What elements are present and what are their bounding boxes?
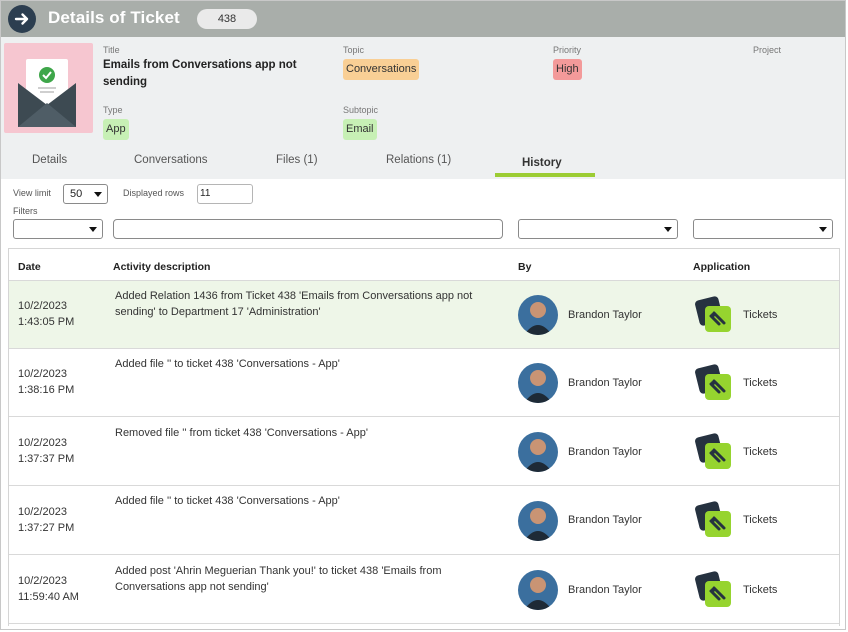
ticket-info-panel: Title Emails from Conversations app not …	[1, 37, 845, 179]
row-by: Brandon Taylor	[568, 377, 642, 389]
chevron-down-icon	[664, 227, 672, 232]
avatar	[518, 295, 558, 335]
tickets-app-icon[interactable]	[695, 501, 733, 539]
row-date: 10/2/2023 11:59:40 AM	[18, 573, 79, 605]
title-value: Emails from Conversations app not sendin…	[103, 59, 297, 88]
type-chip: App	[103, 119, 129, 140]
row-description: Added post 'Ahrin Meguerian Thank you!' …	[115, 565, 442, 593]
column-header-date[interactable]: Date	[18, 261, 41, 273]
row-by: Brandon Taylor	[568, 309, 642, 321]
row-date-time: 11:59:40 AM	[18, 591, 79, 603]
row-date-day: 10/2/2023	[18, 506, 67, 518]
row-date-day: 10/2/2023	[18, 368, 67, 380]
avatar	[518, 432, 558, 472]
row-application: Tickets	[743, 309, 778, 321]
priority-label: Priority	[553, 45, 582, 55]
avatar	[518, 501, 558, 541]
tab-history[interactable]: History	[522, 157, 562, 169]
column-header-application[interactable]: Application	[693, 261, 750, 273]
row-date: 10/2/2023 1:37:27 PM	[18, 504, 74, 536]
table-row[interactable]: 10/2/2023 11:59:40 AM Added post 'Ahrin …	[9, 556, 839, 624]
row-date-time: 1:37:37 PM	[18, 453, 75, 465]
by-filter-select[interactable]	[518, 219, 678, 239]
row-application: Tickets	[743, 446, 778, 458]
row-date: 10/2/2023 1:38:16 PM	[18, 366, 74, 398]
topic-chip: Conversations	[343, 59, 420, 80]
tickets-app-icon[interactable]	[695, 571, 733, 609]
row-application: Tickets	[743, 377, 778, 389]
ticket-number-badge: 438	[197, 9, 257, 29]
row-application: Tickets	[743, 514, 778, 526]
row-description: Added file '' to ticket 438 'Conversatio…	[115, 495, 340, 507]
subtopic-chip: Email	[343, 119, 377, 140]
row-by: Brandon Taylor	[568, 584, 642, 596]
row-application: Tickets	[743, 584, 778, 596]
displayed-rows-input[interactable]: 11	[197, 184, 253, 204]
filters-label: Filters	[13, 206, 38, 216]
application-filter-select[interactable]	[693, 219, 833, 239]
activity-filter-input[interactable]	[113, 219, 503, 239]
row-by: Brandon Taylor	[568, 514, 642, 526]
view-limit-value: 50	[70, 188, 83, 200]
tickets-app-icon[interactable]	[695, 364, 733, 402]
view-limit-select[interactable]: 50	[63, 184, 108, 204]
subtopic-label: Subtopic	[343, 105, 379, 115]
row-date-day: 10/2/2023	[18, 300, 67, 312]
row-date-day: 10/2/2023	[18, 437, 67, 449]
ticket-details-window: Details of Ticket 438 Title Emails from …	[0, 0, 846, 630]
table-row[interactable]: 10/2/2023 1:43:05 PM Added Relation 1436…	[9, 281, 839, 349]
tickets-app-icon[interactable]	[695, 296, 733, 334]
row-date-time: 1:38:16 PM	[18, 384, 75, 396]
tickets-app-icon[interactable]	[695, 433, 733, 471]
row-date: 10/2/2023 1:43:05 PM	[18, 298, 74, 330]
topic-label: Topic	[343, 45, 365, 55]
row-description: Removed file '' from ticket 438 'Convers…	[115, 427, 368, 439]
column-header-activity[interactable]: Activity description	[113, 261, 210, 273]
title-label: Title	[103, 45, 120, 55]
table-row[interactable]: 10/2/2023 1:38:16 PM Added file '' to ti…	[9, 349, 839, 417]
row-date: 10/2/2023 1:37:37 PM	[18, 435, 74, 467]
row-date-day: 10/2/2023	[18, 575, 67, 587]
history-table: Date Activity description By Application…	[8, 248, 840, 626]
column-header-by[interactable]: By	[518, 261, 531, 273]
tab-conversations[interactable]: Conversations	[134, 154, 208, 166]
project-label: Project	[753, 45, 782, 55]
ticket-thumbnail	[4, 43, 93, 133]
tab-details[interactable]: Details	[32, 154, 67, 166]
displayed-rows-label: Displayed rows	[123, 188, 185, 198]
date-filter-select[interactable]	[13, 219, 103, 239]
tab-relations[interactable]: Relations (1)	[386, 154, 451, 166]
type-label: Type	[103, 105, 123, 115]
chevron-down-icon	[94, 192, 102, 197]
chevron-down-icon	[89, 227, 97, 232]
row-date-time: 1:43:05 PM	[18, 316, 75, 328]
row-description: Added Relation 1436 from Ticket 438 'Ema…	[115, 290, 473, 318]
view-limit-label: View limit	[13, 188, 51, 198]
header-bar: Details of Ticket 438	[1, 1, 845, 37]
tab-files[interactable]: Files (1)	[276, 154, 318, 166]
avatar	[518, 570, 558, 610]
table-row[interactable]: 10/2/2023 1:37:27 PM Added file '' to ti…	[9, 487, 839, 555]
page-title: Details of Ticket	[48, 8, 180, 27]
table-row[interactable]: 10/2/2023 1:37:37 PM Removed file '' fro…	[9, 418, 839, 486]
row-date-time: 1:37:27 PM	[18, 522, 75, 534]
active-tab-indicator	[495, 173, 595, 177]
chevron-down-icon	[819, 227, 827, 232]
row-description: Added file '' to ticket 438 'Conversatio…	[115, 358, 340, 370]
arrow-right-icon	[14, 13, 29, 25]
priority-chip: High	[553, 59, 582, 80]
avatar	[518, 363, 558, 403]
envelope-checkmark-icon	[18, 59, 76, 127]
back-button[interactable]	[8, 5, 36, 33]
row-by: Brandon Taylor	[568, 446, 642, 458]
